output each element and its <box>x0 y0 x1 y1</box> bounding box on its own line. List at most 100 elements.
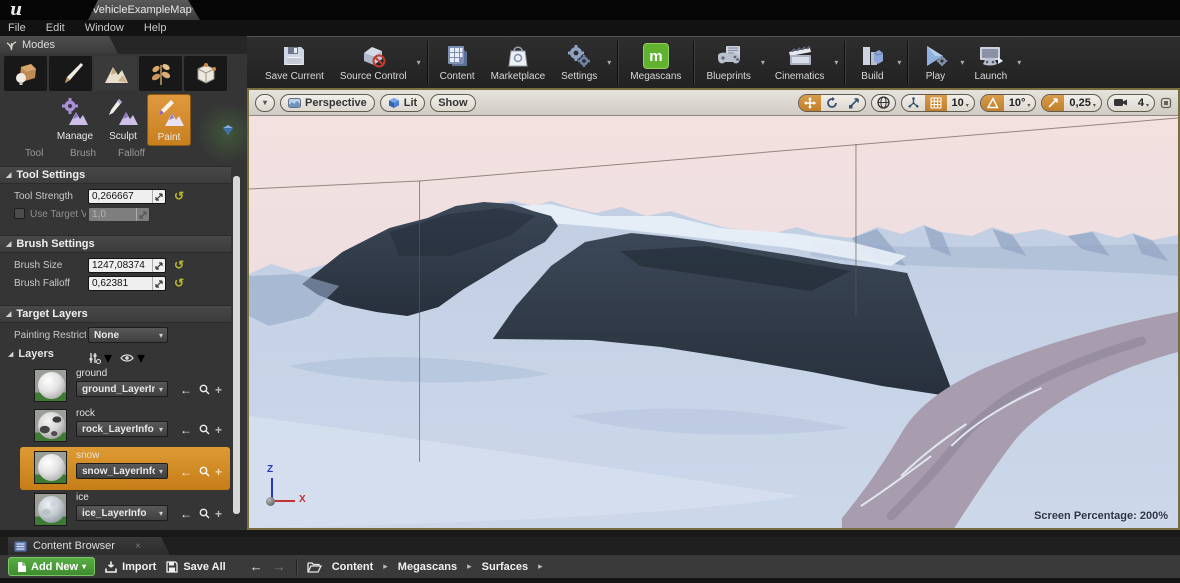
chevron-down-icon[interactable]: ▾ <box>832 58 840 67</box>
layer-info-dropdown[interactable]: snow_LayerInfo ▾ <box>76 463 168 479</box>
layer-thumbnail[interactable] <box>34 409 67 442</box>
marketplace-button[interactable]: Marketplace <box>483 37 553 88</box>
grid-snap-value-button[interactable]: 10▾ <box>947 95 974 111</box>
add-icon[interactable]: + <box>215 465 222 479</box>
save-all-button[interactable]: Save All <box>166 561 225 573</box>
tab-modes[interactable]: Modes <box>0 36 118 54</box>
add-new-button[interactable]: Add New ▾ <box>8 557 95 576</box>
play-button[interactable]: Play <box>912 37 958 88</box>
blueprints-button[interactable]: Blueprints <box>698 37 758 88</box>
add-icon[interactable]: + <box>215 423 222 437</box>
layer-info-dropdown[interactable]: ground_LayerInfo ▾ <box>76 381 168 397</box>
layers-sort-button[interactable]: ▾ <box>88 348 112 368</box>
layer-row-snow-selected[interactable]: snow snow_LayerInfo ▾ ← + <box>0 450 247 488</box>
tool-strength-value[interactable]: 0,266667 <box>89 191 152 202</box>
content-button[interactable]: Content <box>432 37 483 88</box>
lit-button[interactable]: Lit <box>380 94 425 112</box>
browse-icon[interactable] <box>199 424 210 435</box>
use-selected-icon[interactable]: ← <box>180 423 192 437</box>
use-selected-icon[interactable]: ← <box>180 507 192 521</box>
scale-snap-value-button[interactable]: 0,25▾ <box>1064 95 1100 111</box>
brush-size-value[interactable]: 1247,08374 <box>89 260 152 271</box>
mode-place-button[interactable] <box>4 56 47 91</box>
translate-tool-button[interactable] <box>799 95 821 111</box>
tool-strength-input[interactable]: 0,266667 <box>88 189 166 204</box>
scale-snap-toggle[interactable] <box>1042 95 1064 111</box>
subtool-paint[interactable]: Paint <box>147 94 191 146</box>
rotate-tool-button[interactable] <box>821 95 843 111</box>
megascans-button[interactable]: m Megascans <box>622 37 689 88</box>
menu-help[interactable]: Help <box>144 22 167 34</box>
close-icon[interactable]: × <box>135 541 141 552</box>
add-icon[interactable]: + <box>215 507 222 521</box>
add-icon[interactable]: + <box>215 383 222 397</box>
rotation-snap-toggle[interactable] <box>981 95 1004 111</box>
chevron-down-icon[interactable]: ▾ <box>895 58 903 67</box>
scale-tool-button[interactable] <box>843 95 865 111</box>
use-selected-icon[interactable]: ← <box>180 383 192 397</box>
mode-landscape-button[interactable] <box>94 56 137 91</box>
chevron-down-icon[interactable]: ▾ <box>605 58 613 67</box>
chevron-down-icon[interactable]: ▾ <box>415 58 423 67</box>
camera-speed-button[interactable] <box>1108 95 1133 111</box>
navigate-back-button[interactable]: ← <box>250 559 263 574</box>
grid-snap-toggle[interactable] <box>925 95 947 111</box>
reset-brush-size-button[interactable]: ↺ <box>172 258 186 272</box>
category-falloff-label[interactable]: Falloff <box>118 148 145 159</box>
layer-thumbnail[interactable] <box>34 369 67 402</box>
subtool-manage[interactable]: Manage <box>53 94 97 146</box>
save-current-button[interactable]: Save Current <box>257 37 332 88</box>
launch-button[interactable]: Launch <box>966 37 1015 88</box>
browse-icon[interactable] <box>199 508 210 519</box>
category-tool-label[interactable]: Tool <box>25 148 43 159</box>
viewport-options-button[interactable]: ▾ <box>255 94 275 112</box>
layer-info-dropdown[interactable]: ice_LayerInfo ▾ <box>76 505 168 521</box>
layer-row-rock[interactable]: rock rock_LayerInfo ▾ ← + <box>0 408 247 446</box>
brush-size-input[interactable]: 1247,08374 <box>88 258 166 273</box>
maximize-viewport-icon[interactable] <box>1160 97 1172 109</box>
source-control-button[interactable]: Source Control <box>332 37 415 88</box>
surface-snap-button[interactable] <box>902 95 925 111</box>
brush-falloff-input[interactable]: 0,62381 <box>88 276 166 291</box>
drag-grip-icon[interactable] <box>152 259 165 272</box>
drag-grip-icon[interactable] <box>152 190 165 203</box>
import-button[interactable]: Import <box>105 561 156 573</box>
brush-settings-header[interactable]: ◢ Brush Settings <box>0 235 231 253</box>
layers-visibility-button[interactable]: ▾ <box>120 348 145 368</box>
perspective-button[interactable]: Perspective <box>280 94 375 112</box>
panel-scrollbar[interactable] <box>233 176 240 514</box>
drag-grip-icon[interactable] <box>152 277 165 290</box>
use-selected-icon[interactable]: ← <box>180 465 192 479</box>
chevron-down-icon[interactable]: ▾ <box>759 58 767 67</box>
viewport-canvas[interactable]: Z X Screen Percentage: 200% <box>249 116 1178 528</box>
breadcrumb-surfaces[interactable]: Surfaces <box>482 561 528 573</box>
camera-speed-value-button[interactable]: 4▾ <box>1133 95 1154 111</box>
layer-info-dropdown[interactable]: rock_LayerInfo ▾ <box>76 421 168 437</box>
browse-icon[interactable] <box>199 384 210 395</box>
level-tab[interactable]: VehicleExampleMap* <box>88 0 200 20</box>
layer-row-ice[interactable]: ice ice_LayerInfo ▾ ← + <box>0 492 247 530</box>
cinematics-button[interactable]: Cinematics <box>767 37 832 88</box>
category-brush-label[interactable]: Brush <box>70 148 96 159</box>
reset-tool-strength-button[interactable]: ↺ <box>172 189 186 203</box>
menu-edit[interactable]: Edit <box>46 22 65 34</box>
build-button[interactable]: Build <box>849 37 895 88</box>
layer-thumbnail[interactable] <box>34 451 67 484</box>
menu-window[interactable]: Window <box>85 22 124 34</box>
tool-settings-header[interactable]: ◢ Tool Settings <box>0 166 231 184</box>
layer-row-ground[interactable]: ground ground_LayerInfo ▾ ← + <box>0 368 247 406</box>
show-button[interactable]: Show <box>430 94 475 112</box>
brush-falloff-value[interactable]: 0,62381 <box>89 278 152 289</box>
tab-content-browser[interactable]: Content Browser × <box>8 537 170 555</box>
layer-thumbnail[interactable] <box>34 493 67 526</box>
chevron-down-icon[interactable]: ▾ <box>1015 58 1023 67</box>
use-target-checkbox[interactable] <box>14 208 25 219</box>
mode-foliage-button[interactable] <box>139 56 182 91</box>
subtool-sculpt[interactable]: Sculpt <box>101 94 145 146</box>
breadcrumb-content[interactable]: Content <box>332 561 374 573</box>
navigate-forward-button[interactable]: → <box>273 559 286 574</box>
mode-paint-button[interactable] <box>49 56 92 91</box>
menu-file[interactable]: File <box>8 22 26 34</box>
target-layers-header[interactable]: ◢ Target Layers <box>0 305 231 323</box>
breadcrumb-megascans[interactable]: Megascans <box>398 561 457 573</box>
